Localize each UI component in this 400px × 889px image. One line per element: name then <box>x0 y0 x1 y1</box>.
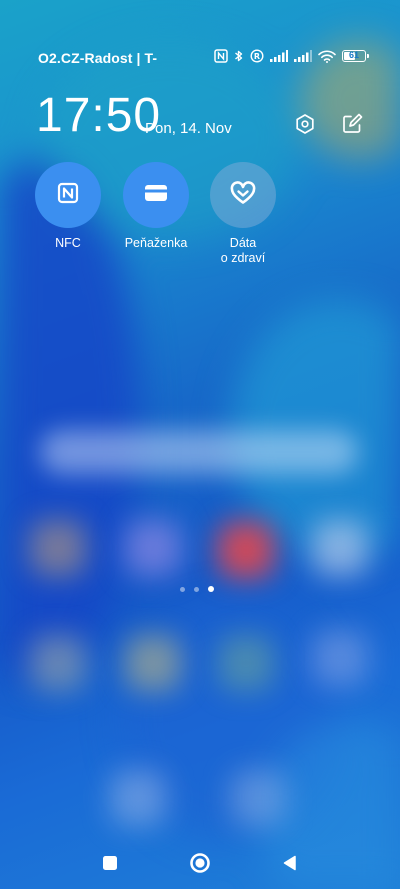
wifi-icon <box>318 50 336 63</box>
blurred-app-icon <box>312 520 368 576</box>
status-icons: R 61 <box>214 49 369 63</box>
blurred-app-icon <box>30 520 86 576</box>
clock-time: 17:50 <box>36 89 162 142</box>
circle-icon <box>189 852 211 879</box>
square-icon <box>101 854 119 877</box>
toggle-nfc-label: NFC <box>55 236 81 250</box>
settings-button[interactable] <box>291 112 319 140</box>
home-button[interactable] <box>185 852 215 878</box>
blurred-app-icon <box>218 635 274 691</box>
signal-icon <box>270 50 288 62</box>
blurred-app-icon <box>125 635 181 691</box>
edit-icon <box>341 113 363 140</box>
toggle-nfc-circle[interactable] <box>35 162 101 228</box>
wallet-icon <box>143 182 169 209</box>
blurred-app-icon <box>312 630 368 686</box>
back-button[interactable] <box>275 852 305 878</box>
nfc-icon <box>56 181 80 210</box>
recents-button[interactable] <box>95 852 125 878</box>
blurred-app-icon <box>125 520 181 576</box>
status-bar: O2.CZ-Radost | T- R 61 <box>0 46 400 72</box>
settings-hex-icon <box>294 113 316 140</box>
blurred-app-icon <box>230 770 286 826</box>
toggle-wallet[interactable]: Peňaženka <box>111 162 201 251</box>
page-dot-active[interactable] <box>208 586 214 592</box>
health-heart-icon <box>229 180 257 210</box>
toggle-wallet-circle[interactable] <box>123 162 189 228</box>
toggle-health[interactable]: Dáta o zdraví <box>198 162 288 266</box>
nfc-icon <box>214 49 228 63</box>
toggle-health-label-line2: o zdraví <box>220 251 266 265</box>
blurred-app-icon <box>110 770 166 826</box>
toggle-health-circle[interactable] <box>210 162 276 228</box>
edit-button[interactable] <box>338 112 366 140</box>
toggle-wallet-label: Peňaženka <box>124 236 188 250</box>
toggle-health-label: Dáta o zdraví <box>198 236 288 266</box>
toggle-nfc[interactable]: NFC <box>23 162 113 251</box>
battery-icon: 61 <box>342 50 369 62</box>
page-indicator <box>180 586 214 592</box>
triangle-back-icon <box>281 854 299 877</box>
blurred-app-icon <box>30 635 86 691</box>
toggle-health-label-line1: Dáta <box>229 236 257 250</box>
blurred-search-bar <box>40 430 358 474</box>
battery-percentage: 61 <box>348 50 359 60</box>
bluetooth-icon <box>234 49 244 63</box>
signal-icon <box>294 50 312 62</box>
blurred-app-icon <box>218 522 274 578</box>
clock-date: Pon, 14. Nov <box>145 120 232 137</box>
roaming-r-icon: R <box>250 49 264 63</box>
page-dot[interactable] <box>180 586 185 592</box>
page-dot[interactable] <box>194 586 199 592</box>
carrier-name: O2.CZ-Radost | T- <box>38 50 158 66</box>
svg-text:R: R <box>254 52 260 61</box>
